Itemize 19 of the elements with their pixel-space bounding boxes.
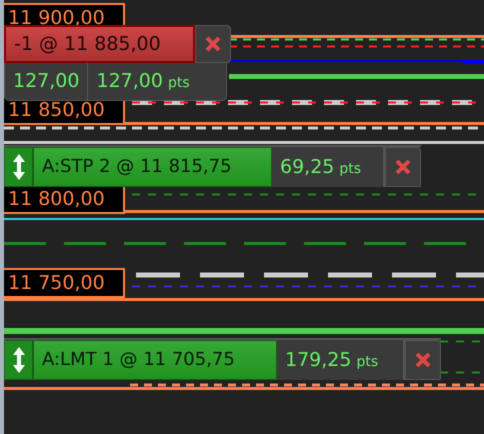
profit-value: 69,25 pts: [272, 147, 385, 187]
vertical-arrow-icon: [12, 153, 26, 181]
close-button[interactable]: [385, 147, 421, 187]
drag-handle[interactable]: [4, 147, 33, 187]
vertical-arrow-icon: [12, 346, 26, 374]
price-label: 11 750,00: [4, 268, 125, 298]
close-button[interactable]: [405, 340, 441, 380]
position-label[interactable]: -1 @ 11 885,00: [4, 25, 195, 63]
price-label: 11 800,00: [4, 184, 125, 214]
close-button[interactable]: [195, 25, 231, 63]
drag-handle[interactable]: [4, 340, 33, 380]
profit-value: 127,00: [5, 63, 88, 100]
profit-value: 127,00 pts: [95, 69, 191, 94]
close-icon: [205, 36, 221, 52]
profit-value: 179,25 pts: [277, 340, 405, 380]
close-icon: [395, 159, 411, 175]
order-label[interactable]: A:LMT 1 @ 11 705,75: [33, 340, 277, 380]
order-label[interactable]: A:STP 2 @ 11 815,75: [33, 147, 272, 187]
close-icon: [415, 352, 431, 368]
